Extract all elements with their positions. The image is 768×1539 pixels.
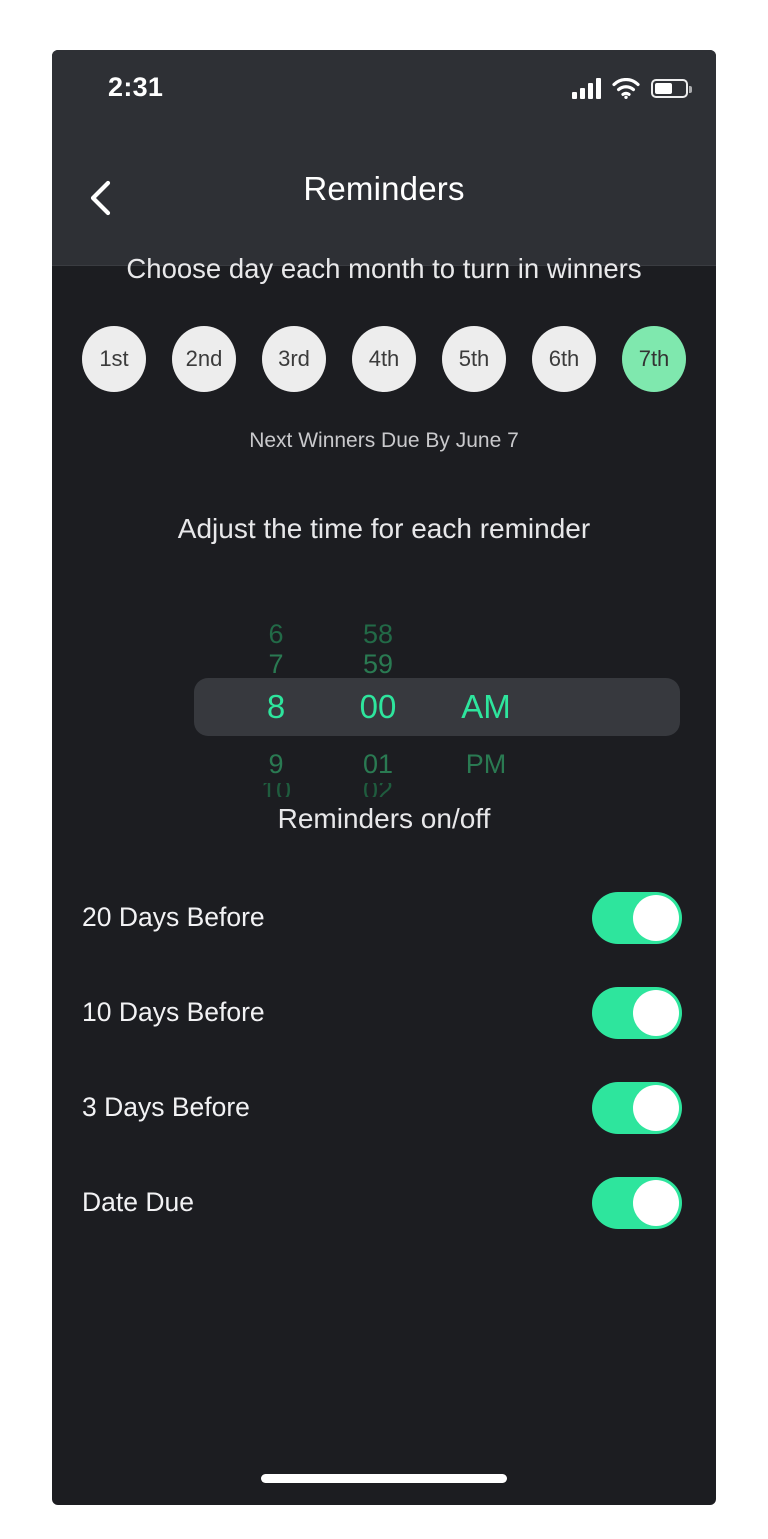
phone-screen: 2:31 Reminders Choose day each month to … <box>52 50 716 1505</box>
picker-hour-above: 7 <box>268 648 284 679</box>
picker-minute-selected: 00 <box>359 688 397 725</box>
status-bar-icons <box>572 72 692 104</box>
day-chip-6th[interactable]: 6th <box>532 326 596 392</box>
picker-period-below: PM <box>465 748 507 779</box>
reminder-toggle-list: 20 Days Before 10 Days Before 3 Days Bef… <box>52 870 716 1250</box>
adjust-time-heading: Adjust the time for each reminder <box>177 513 591 544</box>
reminder-label-10-days-before: 10 Days Before <box>82 997 265 1027</box>
battery-icon <box>651 78 692 98</box>
nav-bar: Reminders <box>52 126 716 266</box>
reminder-toggle-date-due[interactable] <box>592 1176 682 1229</box>
day-chip-5th[interactable]: 5th <box>442 326 506 392</box>
time-picker-row-clipped-bottom: 10 02 <box>142 783 626 797</box>
reminders-onoff-heading: Reminders on/off <box>277 803 491 834</box>
reminder-label-3-days-before: 3 Days Before <box>82 1092 250 1122</box>
day-chip-3rd[interactable]: 3rd <box>262 326 326 392</box>
picker-minute-below: 01 <box>362 748 394 779</box>
reminder-label-date-due: Date Due <box>82 1187 194 1217</box>
time-picker[interactable]: 6 58 7 59 8 00 AM 9 01 PM 10 02 <box>142 622 680 803</box>
picker-minute-clipped-bottom: 02 <box>324 783 432 797</box>
next-due-note: Next Winners Due By June 7 <box>249 429 519 452</box>
choose-day-heading: Choose day each month to turn in winners <box>126 253 642 284</box>
page-title: Reminders <box>303 170 465 207</box>
reminder-row-3-days-before: 3 Days Before <box>52 1060 716 1155</box>
day-chip-7th[interactable]: 7th <box>622 326 686 392</box>
reminder-toggle-3-days-before[interactable] <box>592 1081 682 1134</box>
picker-hour-below: 9 <box>268 748 284 779</box>
time-picker-row-selected[interactable]: 8 00 AM <box>142 682 626 732</box>
status-bar: 2:31 <box>52 50 716 126</box>
reminder-row-date-due: Date Due <box>52 1155 716 1250</box>
reminder-toggle-10-days-before[interactable] <box>592 986 682 1039</box>
day-selector: 1st 2nd 3rd 4th 5th 6th 7th <box>82 326 686 392</box>
home-indicator[interactable] <box>261 1474 507 1483</box>
time-picker-row-clipped-top: 6 58 <box>142 622 626 646</box>
time-picker-row-above[interactable]: 7 59 <box>142 646 626 682</box>
reminder-toggle-20-days-before[interactable] <box>592 891 682 944</box>
picker-minute-above: 59 <box>362 648 394 679</box>
day-chip-4th[interactable]: 4th <box>352 326 416 392</box>
picker-hour-clipped-bottom: 10 <box>228 783 324 797</box>
reminder-row-20-days-before: 20 Days Before <box>52 870 716 965</box>
time-picker-row-below[interactable]: 9 01 PM <box>142 746 626 782</box>
reminder-label-20-days-before: 20 Days Before <box>82 902 265 932</box>
reminder-row-10-days-before: 10 Days Before <box>52 965 716 1060</box>
signal-bars-icon <box>572 77 601 99</box>
day-chip-1st[interactable]: 1st <box>82 326 146 392</box>
wifi-icon <box>612 77 640 99</box>
status-bar-time: 2:31 <box>108 72 164 102</box>
picker-period-selected: AM <box>461 688 511 725</box>
picker-hour-clipped-top: 6 <box>268 622 284 646</box>
picker-hour-selected: 8 <box>266 688 286 725</box>
day-chip-2nd[interactable]: 2nd <box>172 326 236 392</box>
picker-minute-clipped-top: 58 <box>362 622 394 646</box>
